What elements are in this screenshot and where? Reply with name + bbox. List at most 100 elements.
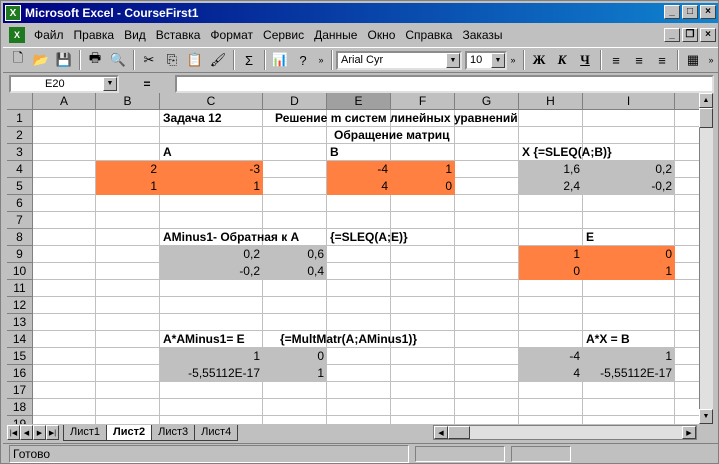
column-header-b[interactable]: B — [96, 93, 160, 110]
font-name-select[interactable]: Arial Cyr ▼ — [336, 50, 462, 70]
cell-e8[interactable]: {=SLEQ(A;E)} — [327, 229, 411, 246]
row-header[interactable]: 1 — [7, 110, 33, 127]
cell-h10[interactable]: 0 — [519, 263, 583, 280]
workbook-icon[interactable]: X — [9, 27, 25, 43]
cell-h5[interactable]: 2,4 — [519, 178, 583, 195]
prev-sheet-icon[interactable]: ◀ — [20, 425, 33, 440]
cell-i10[interactable]: 1 — [583, 263, 675, 280]
underline-button[interactable]: Ч — [574, 49, 596, 71]
row-header[interactable]: 4 — [7, 161, 33, 178]
print-preview-icon[interactable]: 🔍 — [107, 49, 129, 71]
chevron-down-icon[interactable]: ▼ — [103, 77, 117, 91]
font-size-select[interactable]: 10 ▼ — [465, 50, 507, 70]
chevron-down-icon[interactable]: ▼ — [491, 52, 505, 68]
worksheet-grid[interactable]: A B C D E F G H I 1 2 3 4 5 6 7 8 9 10 1… — [7, 93, 713, 424]
more-buttons-icon[interactable]: » — [315, 49, 327, 71]
cell-i14[interactable]: A*X = B — [583, 331, 633, 348]
vertical-scrollbar[interactable] — [699, 93, 713, 424]
cell-i16[interactable]: -5,55112E-17 — [583, 365, 675, 382]
column-header-d[interactable]: D — [263, 93, 327, 110]
row-header[interactable]: 3 — [7, 144, 33, 161]
vertical-scroll-thumb[interactable] — [699, 108, 713, 128]
row-header[interactable]: 5 — [7, 178, 33, 195]
cell-d15[interactable]: 0 — [263, 348, 327, 365]
chevron-down-icon[interactable]: ▼ — [446, 52, 460, 68]
cell-c3[interactable]: A — [160, 144, 175, 161]
cell-h3[interactable]: X {=SLEQ(A;B)} — [519, 144, 615, 161]
column-header-a[interactable]: A — [33, 93, 96, 110]
menu-orders[interactable]: Заказы — [457, 26, 507, 44]
cell-f4[interactable]: 1 — [391, 161, 455, 178]
doc-minimize-button[interactable]: _ — [664, 28, 680, 42]
column-header-h[interactable]: H — [519, 93, 583, 110]
cell-c9[interactable]: 0,2 — [160, 246, 263, 263]
row-header[interactable]: 12 — [7, 297, 33, 314]
save-icon[interactable]: 💾 — [53, 49, 75, 71]
align-right-icon[interactable]: ≡ — [651, 49, 673, 71]
cell-h4[interactable]: 1,6 — [519, 161, 583, 178]
column-header-f[interactable]: F — [391, 93, 455, 110]
last-sheet-icon[interactable]: ▶| — [46, 425, 59, 440]
horizontal-scrollbar[interactable]: ◀ ▶ — [433, 425, 697, 440]
cell-e5[interactable]: 4 — [327, 178, 391, 195]
align-left-icon[interactable]: ≡ — [605, 49, 627, 71]
open-folder-icon[interactable]: 📂 — [30, 49, 52, 71]
cell-c10[interactable]: -0,2 — [160, 263, 263, 280]
row-header[interactable]: 9 — [7, 246, 33, 263]
menu-format[interactable]: Формат — [205, 26, 258, 44]
cell-c16[interactable]: -5,55112E-17 — [160, 365, 263, 382]
minimize-button[interactable]: _ — [664, 5, 680, 19]
paste-icon[interactable]: 📋 — [184, 49, 206, 71]
borders-icon[interactable]: ▦ — [682, 49, 704, 71]
cell-d9[interactable]: 0,6 — [263, 246, 327, 263]
column-header-c[interactable]: C — [160, 93, 263, 110]
cell-f5[interactable]: 0 — [391, 178, 455, 195]
row-header[interactable]: 13 — [7, 314, 33, 331]
align-center-icon[interactable]: ≡ — [628, 49, 650, 71]
row-header[interactable]: 10 — [7, 263, 33, 280]
cell-c5[interactable]: 1 — [160, 178, 263, 195]
cell-b5[interactable]: 1 — [96, 178, 160, 195]
row-header[interactable]: 19 — [7, 416, 33, 424]
cell-i5[interactable]: -0,2 — [583, 178, 675, 195]
sheet-tab-2[interactable]: Лист2 — [106, 424, 153, 441]
cell-e2[interactable]: Обращение матриц — [331, 127, 453, 144]
row-header[interactable]: 18 — [7, 399, 33, 416]
menu-edit[interactable]: Правка — [69, 26, 120, 44]
more-buttons-icon[interactable]: » — [507, 49, 519, 71]
new-file-icon[interactable]: 🗋 — [7, 49, 29, 71]
row-header[interactable]: 2 — [7, 127, 33, 144]
row-header[interactable]: 7 — [7, 212, 33, 229]
first-sheet-icon[interactable]: |◀ — [7, 425, 20, 440]
menu-file[interactable]: Файл — [29, 26, 69, 44]
autosum-button[interactable]: Σ — [238, 49, 260, 71]
cell-i8[interactable]: E — [583, 229, 597, 246]
italic-button[interactable]: К — [551, 49, 573, 71]
menu-help[interactable]: Справка — [400, 26, 457, 44]
cell-e4[interactable]: -4 — [327, 161, 391, 178]
cell-e3[interactable]: B — [327, 144, 342, 161]
cut-icon[interactable]: ✂ — [138, 49, 160, 71]
cell-b4[interactable]: 2 — [96, 161, 160, 178]
cell-d10[interactable]: 0,4 — [263, 263, 327, 280]
column-header-g[interactable]: G — [455, 93, 519, 110]
select-all-corner[interactable] — [7, 93, 33, 110]
print-icon[interactable]: 🖶 — [84, 49, 106, 71]
menu-tools[interactable]: Сервис — [258, 26, 309, 44]
cell-e1[interactable]: Решение m систем линейных уравнений — [272, 110, 521, 127]
cell-i9[interactable]: 0 — [583, 246, 675, 263]
chart-wizard-icon[interactable]: 📊 — [269, 49, 291, 71]
doc-restore-button[interactable]: ❐ — [682, 28, 698, 42]
excel-app-icon[interactable]: X — [5, 5, 21, 21]
format-painter-icon[interactable]: 🖌 — [207, 49, 229, 71]
cell-c4[interactable]: -3 — [160, 161, 263, 178]
menu-data[interactable]: Данные — [309, 26, 362, 44]
row-header[interactable]: 6 — [7, 195, 33, 212]
copy-icon[interactable]: ⎘ — [161, 49, 183, 71]
sheet-tab-1[interactable]: Лист1 — [63, 424, 108, 441]
help-icon[interactable]: ? — [292, 49, 314, 71]
cell-d14[interactable]: {=MultMatr(A;AMinus1)} — [277, 331, 420, 348]
formula-input[interactable] — [175, 75, 714, 93]
cell-d16[interactable]: 1 — [263, 365, 327, 382]
row-header[interactable]: 17 — [7, 382, 33, 399]
